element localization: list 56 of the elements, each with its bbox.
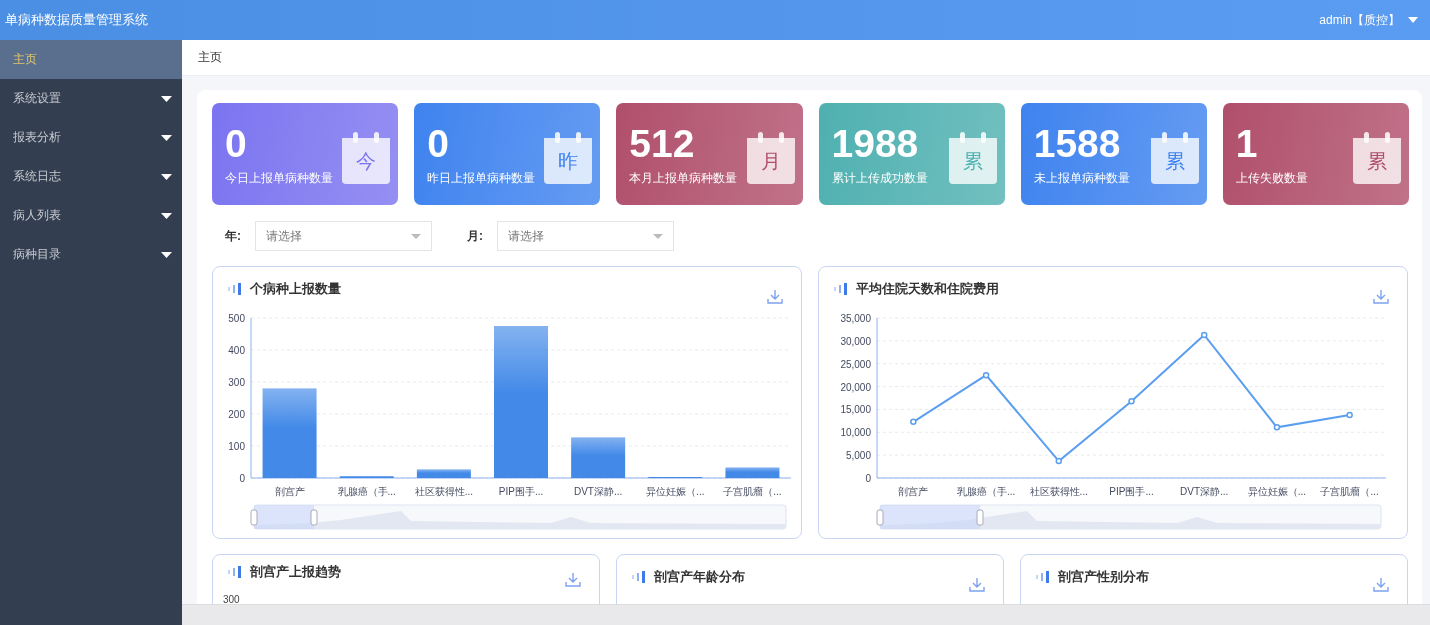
axis-label: 子宫肌瘤（...	[723, 486, 782, 497]
filter-label: 月:	[467, 227, 483, 245]
axis-label: 异位妊娠（...	[1247, 486, 1307, 497]
axis-tick: 0	[239, 473, 245, 484]
axis-tick: 200	[228, 409, 245, 420]
chart-title: 个病种上报数量	[250, 280, 341, 298]
axis-tick: 5,000	[845, 450, 871, 462]
axis-tick: 20,000	[840, 381, 871, 393]
axis-tick: 15,000	[840, 404, 871, 416]
calendar-badge: 累	[948, 132, 997, 184]
axis-tick: 400	[228, 345, 245, 356]
chart-title: 平均住院天数和住院费用	[856, 280, 999, 298]
axis-label: 异位妊娠（...	[646, 486, 705, 497]
axis-label: 剖宫产	[898, 486, 929, 497]
axis-tick: 500	[228, 313, 245, 324]
stat-label: 昨日上报单病种数量	[427, 169, 536, 187]
axis-tick: 10,000	[840, 427, 871, 439]
axis-label: 社区获得性...	[414, 486, 474, 497]
calendar-badge: 月	[746, 132, 795, 184]
axis-tick: 30,000	[840, 335, 871, 347]
axis-tick: 300	[228, 377, 245, 388]
breadcrumb: 主页	[198, 49, 222, 66]
stat-label: 上传失败数量	[1235, 169, 1308, 187]
axis-tick: 0	[865, 473, 871, 484]
axis-label: PIP围手...	[498, 486, 544, 497]
filter-label: 年:	[225, 227, 241, 245]
stat-value: 512	[629, 121, 696, 166]
chart-title: 剖宫产上报趋势	[250, 563, 341, 581]
axis-label: 剖宫产	[274, 486, 305, 497]
axis-tick: 25,000	[840, 358, 871, 370]
chart-title: 剖宫产年龄分布	[654, 568, 745, 586]
axis-tick: 100	[228, 441, 245, 452]
stat-value: 0	[427, 121, 450, 166]
chart-title: 剖宫产性别分布	[1058, 568, 1149, 586]
calendar-badge: 累	[1150, 132, 1199, 184]
stat-label: 未上报单病种数量	[1033, 169, 1130, 187]
axis-tick: 35,000	[840, 313, 871, 324]
axis-label: 社区获得性...	[1029, 486, 1088, 497]
stat-value: 1	[1235, 121, 1259, 166]
stat-label: 今日上报单病种数量	[225, 169, 333, 187]
stat-label: 本月上报单病种数量	[629, 169, 738, 187]
axis-label: DVT深静...	[573, 486, 623, 497]
stat-value: 1588	[1033, 121, 1122, 166]
stat-value: 1988	[831, 121, 920, 166]
axis-label: DVT深静...	[1180, 486, 1229, 497]
calendar-badge: 今	[342, 132, 391, 184]
app-title: 单病种数据质量管理系统	[5, 11, 148, 29]
calendar-badge: 昨	[544, 132, 593, 184]
stat-value: 0	[225, 121, 248, 166]
axis-label: 乳腺癌（手...	[956, 486, 1016, 497]
axis-label: 乳腺癌（手...	[337, 486, 396, 497]
axis-label: 子宫肌瘤（...	[1320, 486, 1379, 497]
stat-label: 累计上传成功数量	[831, 169, 928, 187]
calendar-badge: 累	[1353, 132, 1402, 184]
axis-tick: 300	[223, 594, 240, 605]
axis-label: PIP围手...	[1109, 486, 1154, 497]
